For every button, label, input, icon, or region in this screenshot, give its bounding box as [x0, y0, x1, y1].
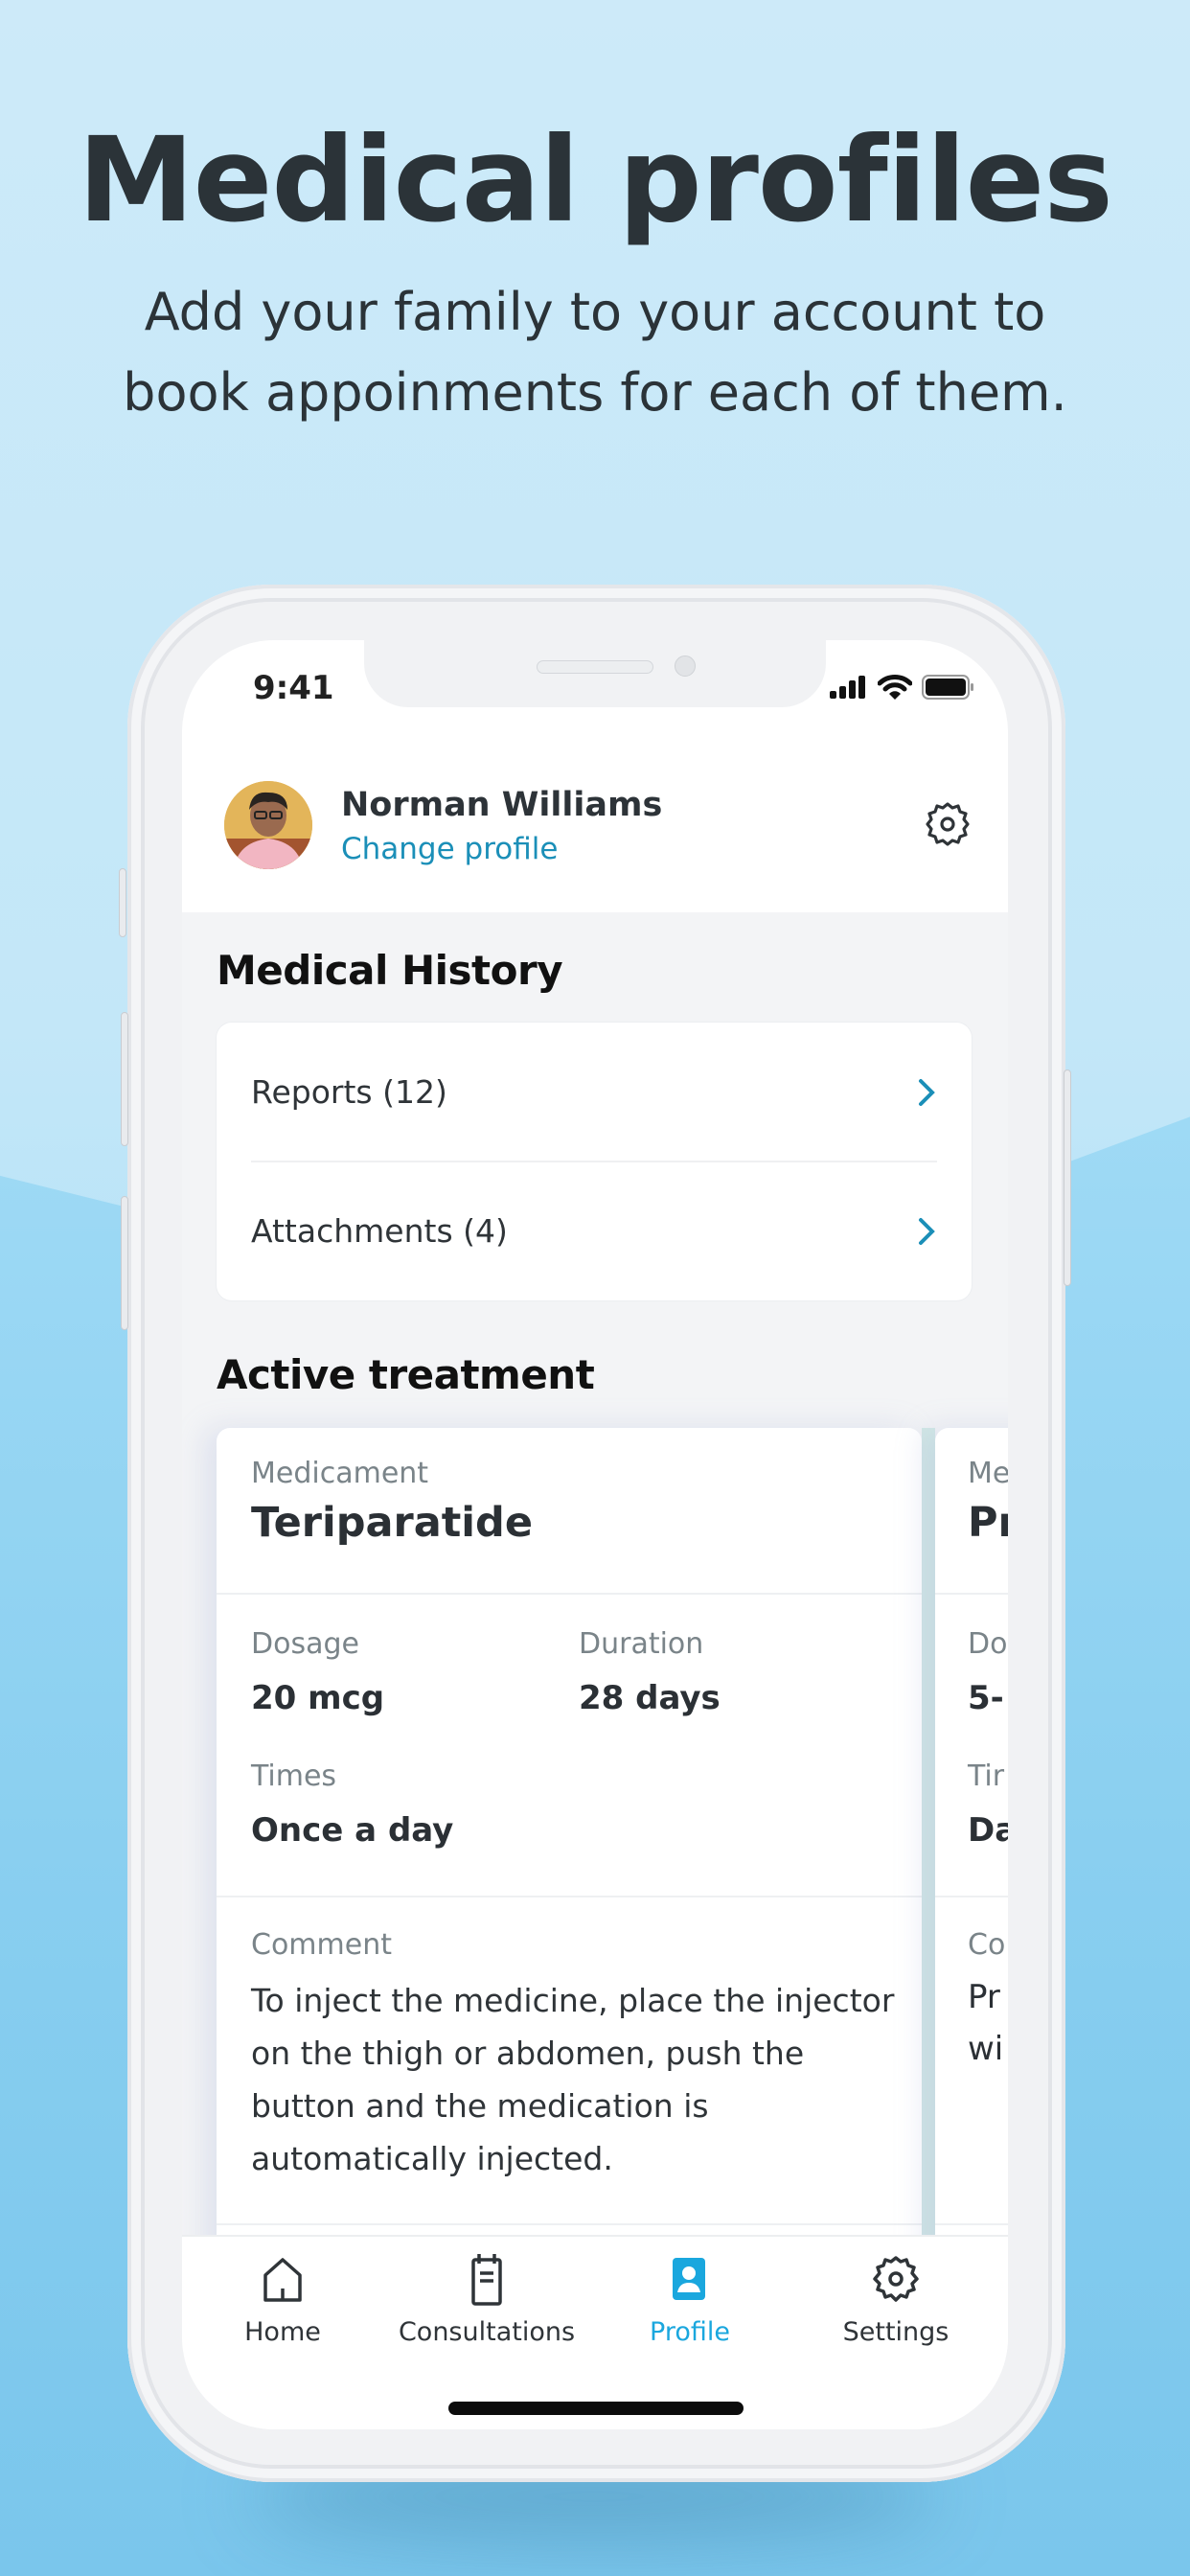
- duration-label: Duration: [579, 1627, 704, 1661]
- home-indicator[interactable]: [448, 2402, 744, 2415]
- front-camera: [675, 656, 696, 677]
- divider: [217, 2223, 922, 2225]
- phone-volume-down: [121, 1196, 128, 1330]
- tab-home[interactable]: Home: [187, 2252, 378, 2347]
- clipboard-icon: [471, 2254, 502, 2306]
- active-treatment-title: Active treatment: [217, 1351, 595, 1398]
- avatar[interactable]: [224, 781, 312, 869]
- medicament-name: Teriparatide: [251, 1499, 533, 1547]
- medicament-label: Medicament: [251, 1457, 429, 1490]
- phone-silent-switch: [119, 868, 126, 937]
- reports-label: Reports (12): [251, 1073, 447, 1111]
- hero-title: Medical profiles: [78, 112, 1113, 248]
- phone-screen: 9:41 Norman Williams Change profile Medi…: [182, 640, 1008, 2429]
- home-icon: [263, 2258, 302, 2302]
- hero-subtitle-line2: book appoinments for each of them.: [123, 362, 1067, 423]
- medicament-name: Pr: [968, 1499, 1008, 1547]
- signal-icon: [830, 676, 865, 699]
- phone-notch: [364, 640, 826, 707]
- hero-subtitle-line1: Add your family to your account to: [144, 282, 1046, 342]
- profile-icon: [673, 2258, 705, 2300]
- change-profile-link[interactable]: Change profile: [341, 832, 558, 866]
- times-value: Da: [968, 1811, 1008, 1850]
- status-icons: [830, 675, 975, 700]
- medical-history-card: Reports (12) Attachments (4): [217, 1023, 972, 1300]
- avatar-photo: [224, 781, 312, 869]
- divider: [935, 1896, 1008, 1898]
- medicament-label: Me: [968, 1457, 1008, 1490]
- times-label: Times: [251, 1760, 337, 1793]
- tab-settings-label: Settings: [842, 2317, 950, 2347]
- attachments-row[interactable]: Attachments (4): [217, 1162, 972, 1300]
- tab-settings[interactable]: Settings: [800, 2252, 992, 2347]
- hero-subtitle: Add your family to your account to book …: [0, 272, 1190, 433]
- tab-profile[interactable]: Profile: [594, 2252, 786, 2347]
- chevron-right-icon: [919, 1217, 935, 1245]
- status-time: 9:41: [253, 669, 334, 707]
- hero: Medical profiles Add your family to your…: [0, 113, 1190, 433]
- wifi-icon: [878, 675, 912, 700]
- times-label: Tir: [968, 1760, 1005, 1793]
- tab-bar: Home Consultations Profile Settings: [182, 2235, 1008, 2429]
- attachments-label: Attachments (4): [251, 1212, 508, 1250]
- speaker-grille: [537, 660, 653, 674]
- divider: [935, 1593, 1008, 1595]
- comment-text-line2: wi: [968, 2030, 1004, 2068]
- dosage-value: 5-: [968, 1679, 1004, 1717]
- tab-profile-label: Profile: [650, 2317, 730, 2347]
- dosage-label: Do: [968, 1627, 1008, 1661]
- battery-icon: [922, 675, 973, 700]
- comment-label: Co: [968, 1928, 1006, 1962]
- gear-icon: [873, 2256, 919, 2302]
- phone-power-button: [1064, 1070, 1071, 1286]
- divider: [217, 1593, 922, 1595]
- divider: [935, 2223, 1008, 2225]
- tab-consultations[interactable]: Consultations: [391, 2252, 583, 2347]
- divider: [217, 1896, 922, 1898]
- chevron-right-icon: [919, 1078, 935, 1106]
- user-name: Norman Williams: [341, 786, 663, 824]
- gear-icon[interactable]: [924, 800, 972, 848]
- comment-label: Comment: [251, 1928, 392, 1962]
- medical-history-title: Medical History: [217, 947, 563, 994]
- comment-text: To inject the medicine, place the inject…: [251, 1982, 895, 2177]
- reports-row[interactable]: Reports (12): [217, 1023, 972, 1162]
- tab-home-label: Home: [244, 2317, 321, 2347]
- comment-text-line1: Pr: [968, 1978, 1000, 2016]
- phone-volume-up: [121, 1012, 128, 1146]
- duration-value: 28 days: [579, 1679, 721, 1717]
- dosage-value: 20 mcg: [251, 1679, 385, 1717]
- tab-consultations-label: Consultations: [398, 2317, 576, 2347]
- dosage-label: Dosage: [251, 1627, 359, 1661]
- times-value: Once a day: [251, 1811, 454, 1850]
